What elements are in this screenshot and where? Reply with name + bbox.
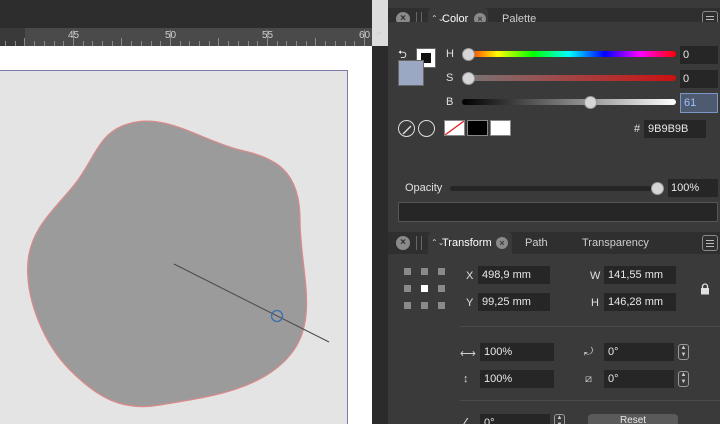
saturation-value-field[interactable]: 0 (680, 70, 718, 88)
angle-field[interactable]: 0° (480, 414, 550, 424)
height-field[interactable]: 146,28 mm (604, 293, 676, 311)
updown-icon: ⌃⌄ (431, 238, 445, 247)
shear-icon: ⧄ (585, 373, 592, 385)
anchor-top-right[interactable] (438, 268, 445, 275)
color-panel: ⮌ H 0 S 0 B 61 # 9B9B9B Opacity 100% (388, 22, 720, 228)
selected-shape[interactable] (27, 120, 308, 408)
hue-slider-thumb[interactable] (462, 48, 475, 61)
anchor-top-left[interactable] (404, 268, 411, 275)
saturation-slider[interactable] (462, 75, 676, 81)
brightness-slider-thumb[interactable] (584, 96, 597, 109)
transform-panel: X 498,9 mm Y 99,25 mm W 141,55 mm H 146,… (388, 254, 720, 424)
tab-transform[interactable]: ⌃⌄ Transform × (428, 232, 512, 254)
w-label: W (590, 270, 601, 282)
rotation-stepper[interactable]: ▲ ▼ (678, 344, 689, 360)
anchor-middle-left[interactable] (404, 285, 411, 292)
lock-icon[interactable] (700, 283, 710, 295)
opacity-label: Opacity (405, 182, 443, 194)
fill-swatch[interactable] (398, 60, 424, 86)
x-label: X (466, 270, 474, 282)
shear-stepper[interactable]: ▲ ▼ (678, 371, 689, 387)
tab-transform-label: Transform (442, 237, 492, 249)
y-position-field[interactable]: 99,25 mm (478, 293, 550, 311)
chevron-up-icon[interactable]: ⌃ (373, 31, 385, 43)
no-color-swatch[interactable] (444, 120, 465, 136)
canvas-scrollbar-gutter (372, 46, 388, 424)
panel-menu-icon[interactable] (702, 235, 718, 251)
x-position-field[interactable]: 498,9 mm (478, 266, 550, 284)
anchor-point-selector[interactable] (404, 268, 446, 310)
white-swatch[interactable] (490, 120, 511, 136)
opacity-value-field[interactable]: 100% (668, 179, 718, 197)
angle-icon: ∠ (461, 417, 471, 424)
y-label: Y (466, 297, 474, 309)
rotate-icon: ⤾ (584, 346, 594, 358)
angle-stepper[interactable]: ▲▼ (554, 414, 565, 424)
slider-s-label: S (446, 72, 454, 84)
anchor-bottom-right[interactable] (438, 302, 445, 309)
shear-field[interactable]: 0° (604, 370, 674, 388)
eyedropper-icon[interactable] (398, 120, 415, 137)
anchor-bottom-center[interactable] (421, 302, 428, 309)
opacity-slider-thumb[interactable] (651, 182, 664, 195)
color-wheel-icon[interactable] (418, 120, 435, 137)
grip-icon[interactable] (416, 236, 422, 250)
slider-h-label: H (446, 48, 454, 60)
scale-height-icon: ↕ (463, 373, 469, 385)
section-divider (460, 400, 720, 401)
width-field[interactable]: 141,55 mm (604, 266, 676, 284)
anchor-middle-right[interactable] (438, 285, 445, 292)
black-swatch[interactable] (467, 120, 488, 136)
hex-value-field[interactable]: 9B9B9B (644, 120, 706, 138)
tab-transparency[interactable]: Transparency (582, 232, 649, 254)
close-tab-icon[interactable]: × (496, 237, 508, 249)
canvas-area[interactable]: 45 50 55 60 ⌃ (0, 0, 388, 424)
scale-height-field[interactable]: 100% (480, 370, 554, 388)
section-divider (460, 326, 720, 327)
canvas-drawing[interactable] (0, 0, 372, 424)
anchor-bottom-left[interactable] (404, 302, 411, 309)
brightness-slider[interactable] (462, 99, 676, 105)
rotation-field[interactable]: 0° (604, 343, 674, 361)
h-label: H (591, 297, 599, 309)
hex-prefix: # (634, 123, 641, 135)
tab-path[interactable]: Path (525, 232, 548, 254)
opacity-slider[interactable] (450, 186, 660, 191)
anchor-center[interactable] (421, 285, 428, 292)
brightness-value-field[interactable]: 61 (680, 93, 718, 113)
anchor-top-center[interactable] (421, 268, 428, 275)
reset-button[interactable]: Reset (588, 414, 678, 424)
close-panel-icon[interactable]: × (396, 236, 410, 250)
color-preview-bar (398, 202, 718, 222)
scale-width-field[interactable]: 100% (480, 343, 554, 361)
saturation-slider-thumb[interactable] (462, 72, 475, 85)
transform-panel-tabbar: × ⌃⌄ Transform × Path Transparency (388, 232, 720, 254)
scale-width-icon: ⟷ (460, 348, 476, 360)
right-panels: × ⌃⌄ Color × Palette ⮌ H 0 S 0 B 61 # 9B… (388, 0, 720, 424)
slider-b-label: B (446, 96, 454, 108)
hue-value-field[interactable]: 0 (680, 46, 718, 64)
hue-slider[interactable] (462, 51, 676, 57)
